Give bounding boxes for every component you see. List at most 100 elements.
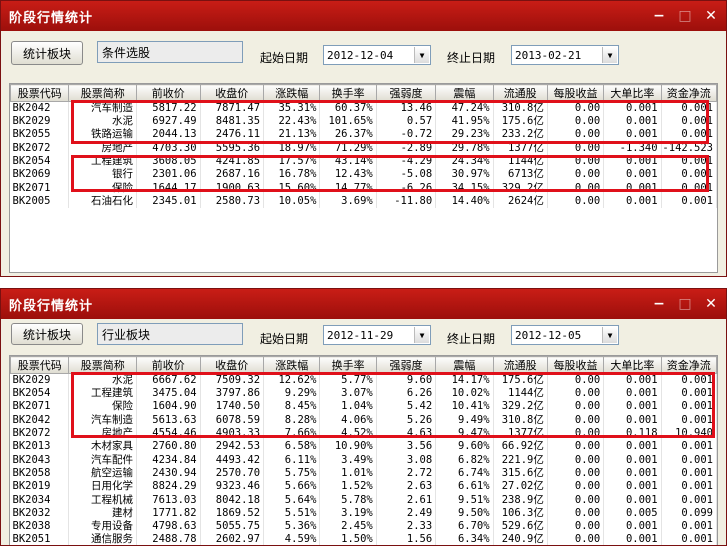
table-cell: 0.001: [603, 373, 662, 387]
column-header[interactable]: 股票简称: [68, 356, 138, 374]
table-cell: 0.00: [547, 373, 605, 387]
table-row[interactable]: BK2069 银行 2301.06 2687.16 16.78% 12.43% -5.08 3…: [10, 168, 717, 182]
title-bar[interactable]: 阶段行情统计 − □ ✕: [1, 289, 726, 319]
table-cell: 5.77%: [319, 373, 377, 387]
column-header[interactable]: 涨跌幅: [263, 356, 321, 374]
table-cell: 13.46: [376, 101, 437, 115]
table-row[interactable]: BK2005 石油石化 2345.01 2580.73 10.05% 3.69% -11.8…: [10, 194, 717, 209]
column-header[interactable]: 震幅: [435, 356, 494, 374]
table-row[interactable]: BK2071 保险 1644.17 1900.63 15.60% 14.77% -6.26 3…: [10, 181, 717, 195]
table-cell: 10.41%: [435, 400, 494, 414]
table-cell: 0.00: [547, 533, 605, 545]
column-header[interactable]: 收盘价: [199, 84, 265, 102]
column-header[interactable]: 收盘价: [199, 356, 265, 374]
table-row[interactable]: BK2013 木材家具 2760.80 2942.53 6.58% 10.90% 3.56 9…: [10, 440, 717, 454]
table-cell: 0.00: [547, 115, 605, 129]
column-header[interactable]: 股票简称: [68, 84, 138, 102]
column-header[interactable]: 强弱度: [375, 356, 437, 374]
table-cell: 4.52%: [319, 426, 377, 441]
table-row[interactable]: BK2029 水泥 6927.49 8481.35 22.43% 101.65% 0.57 4…: [10, 115, 717, 129]
mode-field[interactable]: 行业板块: [97, 323, 243, 345]
table-row[interactable]: BK2029 水泥 6667.62 7509.32 12.62% 5.77% 9.60 14.…: [10, 373, 717, 387]
column-header[interactable]: 强弱度: [375, 84, 437, 102]
table-row[interactable]: BK2019 日用化学 8824.29 9323.46 5.66% 1.52% 2.63 6.…: [10, 480, 717, 494]
table-cell: 2301.06: [136, 168, 201, 182]
table-cell: 0.001: [661, 115, 717, 129]
table-row[interactable]: BK2042 汽车制造 5817.22 7871.47 35.31% 60.37% 13.4…: [10, 101, 717, 115]
title-bar[interactable]: 阶段行情统计 − □ ✕: [1, 1, 726, 31]
column-header[interactable]: 震幅: [435, 84, 494, 102]
end-date-select[interactable]: 2013-02-21 ▼: [511, 45, 619, 65]
table-row[interactable]: BK2058 航空运输 2430.94 2570.70 5.75% 1.01% 2.72 6.…: [10, 466, 717, 481]
table-cell: 18.97%: [263, 141, 321, 155]
table-cell: 建材: [68, 506, 138, 520]
table-row[interactable]: BK2072 房地产 4554.46 4903.33 7.66% 4.52% 4.63 9.4…: [10, 426, 717, 441]
table-row[interactable]: BK2071 保险 1604.90 1740.50 8.45% 1.04% 5.42 10.4…: [10, 400, 717, 414]
mode-field[interactable]: 条件选股: [97, 41, 243, 63]
table-cell: 9.29%: [263, 387, 321, 401]
table-cell: 315.6亿: [493, 466, 548, 481]
column-header[interactable]: 资金净流: [660, 84, 717, 102]
start-date-select[interactable]: 2012-11-29 ▼: [323, 325, 431, 345]
table-row[interactable]: BK2043 汽车配件 4234.84 4493.42 6.11% 3.49% 3.08 6.…: [10, 453, 717, 467]
column-header[interactable]: 股票代码: [10, 84, 70, 102]
table-row[interactable]: BK2072 房地产 4703.30 5595.36 18.97% 71.29% -2.89…: [10, 141, 717, 155]
table-row[interactable]: BK2054 工程建筑 3608.05 4241.85 17.57% 43.14% -4.2…: [10, 154, 717, 169]
column-header[interactable]: 资金净流: [660, 356, 717, 374]
end-date-select[interactable]: 2012-12-05 ▼: [511, 325, 619, 345]
table-cell: 日用化学: [68, 480, 138, 494]
table-row[interactable]: BK2038 专用设备 4798.63 5055.75 5.36% 2.45% 2.33 6.…: [10, 519, 717, 534]
column-header[interactable]: 前收价: [136, 84, 201, 102]
table-cell: BK2072: [10, 426, 70, 441]
maximize-icon[interactable]: □: [674, 294, 696, 314]
column-header[interactable]: 大单比率: [603, 356, 662, 374]
start-date-label: 起始日期: [260, 332, 309, 346]
sector-stat-button[interactable]: 统计板块: [11, 323, 83, 345]
close-icon[interactable]: ✕: [700, 6, 722, 26]
table-cell: BK2038: [10, 519, 70, 534]
table-cell: 0.00: [547, 453, 605, 467]
table-cell: 240.9亿: [493, 533, 548, 545]
column-header[interactable]: 每股收益: [546, 356, 605, 374]
column-header[interactable]: 流通股: [492, 356, 548, 374]
minimize-icon[interactable]: −: [648, 294, 670, 314]
table-cell: 0.001: [603, 194, 662, 209]
table-row[interactable]: BK2055 铁路运输 2044.13 2476.11 21.13% 26.37% -0.7…: [10, 128, 717, 142]
column-header[interactable]: 涨跌幅: [263, 84, 321, 102]
table-cell: BK2029: [10, 373, 70, 387]
close-icon[interactable]: ✕: [700, 294, 722, 314]
column-header[interactable]: 流通股: [492, 84, 548, 102]
chevron-down-icon[interactable]: ▼: [414, 327, 429, 343]
minimize-icon[interactable]: −: [648, 6, 670, 26]
table-row[interactable]: BK2032 建材 1771.82 1869.52 5.51% 3.19% 2.49 9.50…: [10, 506, 717, 520]
table-cell: 34.15%: [435, 181, 494, 195]
table-cell: 2.61: [376, 493, 437, 507]
column-header[interactable]: 换手率: [319, 84, 377, 102]
table-cell: 310.8亿: [493, 413, 548, 427]
table-cell: 41.95%: [435, 115, 494, 129]
table-row[interactable]: BK2051 通信服务 2488.78 2602.97 4.59% 1.50% 1.56 6.…: [10, 533, 717, 545]
table-cell: 水泥: [68, 373, 138, 387]
chevron-down-icon[interactable]: ▼: [602, 327, 617, 343]
column-header[interactable]: 前收价: [136, 356, 201, 374]
column-header[interactable]: 大单比率: [603, 84, 662, 102]
maximize-icon[interactable]: □: [674, 6, 696, 26]
column-header[interactable]: 每股收益: [546, 84, 605, 102]
column-header[interactable]: 股票代码: [10, 356, 70, 374]
table-cell: 0.001: [661, 480, 717, 494]
sector-stat-button[interactable]: 统计板块: [11, 41, 83, 65]
table-row[interactable]: BK2054 工程建筑 3475.04 3797.86 9.29% 3.07% 6.26 10…: [10, 387, 717, 401]
table-row[interactable]: BK2042 汽车制造 5613.63 6078.59 8.28% 4.06% 5.26 9.…: [10, 413, 717, 427]
table-cell: 2942.53: [200, 440, 265, 454]
column-header[interactable]: 换手率: [319, 356, 377, 374]
start-date-select[interactable]: 2012-12-04 ▼: [323, 45, 431, 65]
table-cell: 0.00: [547, 387, 605, 401]
table-cell: 7509.32: [200, 373, 265, 387]
stats-table: 股票代码 股票简称 前收价 收盘价 涨跌幅 换手率 强弱度 震幅 流通股 每股收益 大单比率 资金净流…: [10, 84, 717, 209]
table-cell: BK2072: [10, 141, 70, 155]
table-row[interactable]: BK2034 工程机械 7613.03 8042.18 5.64% 5.78% 2.61 9.…: [10, 493, 717, 507]
chevron-down-icon[interactable]: ▼: [414, 47, 429, 63]
chevron-down-icon[interactable]: ▼: [602, 47, 617, 63]
table-cell: 0.099: [661, 506, 717, 520]
table-cell: 1.04%: [319, 400, 377, 414]
